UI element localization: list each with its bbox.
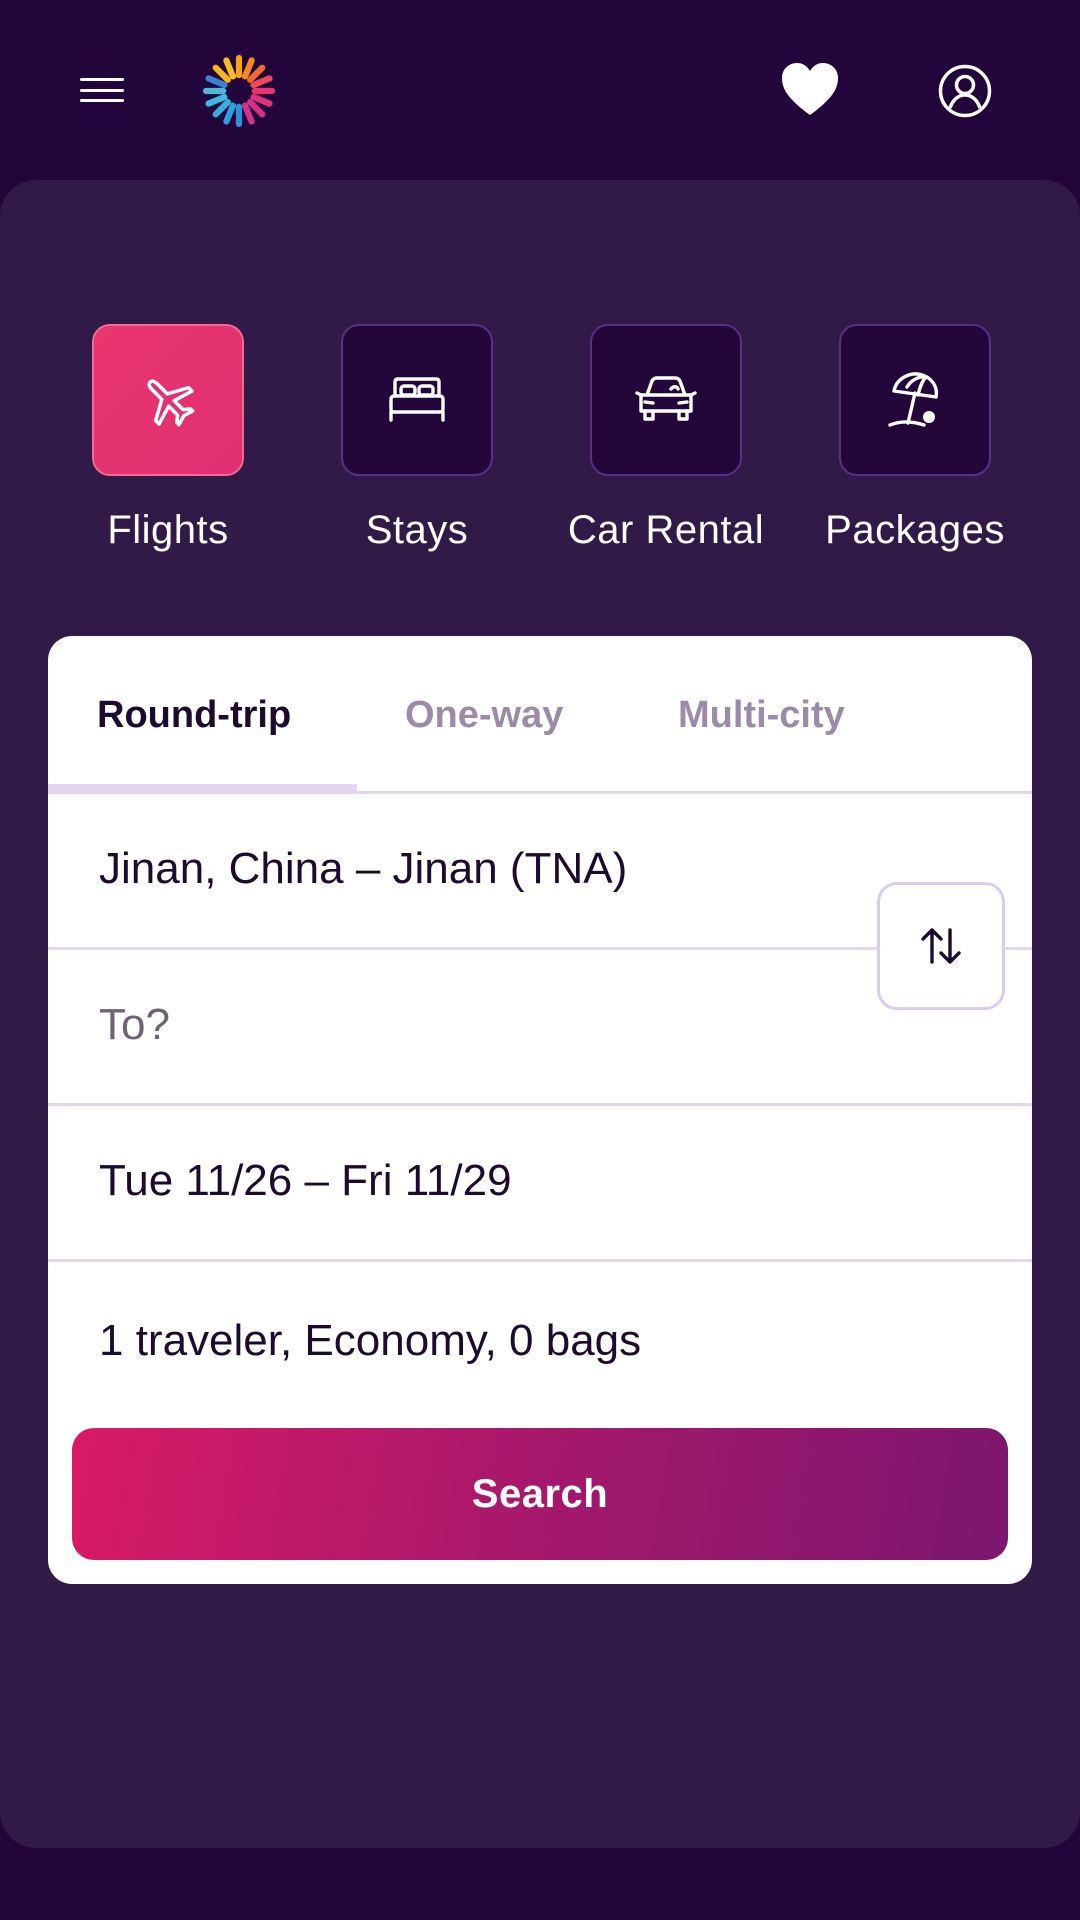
travelers-value: 1 traveler, Economy, 0 bags: [99, 1316, 642, 1365]
car-icon: [635, 376, 697, 421]
logo-ray: [235, 54, 243, 79]
logo-ray: [235, 103, 243, 128]
top-bar: [0, 0, 1080, 180]
search-button[interactable]: Search: [72, 1428, 1008, 1560]
logo-ray: [251, 87, 276, 95]
swap-arrows-icon: [921, 928, 961, 964]
tab-multi-city[interactable]: Multi-city: [678, 694, 845, 737]
category-stays[interactable]: Stays: [297, 324, 537, 553]
dates-field[interactable]: Tue 11/26 – Fri 11/29: [48, 1106, 1032, 1262]
tab-round-trip[interactable]: Round-trip: [97, 694, 291, 737]
swap-button[interactable]: [877, 882, 1005, 1010]
hamburger-menu-icon[interactable]: [76, 70, 128, 110]
origin-value: Jinan, China – Jinan (TNA): [99, 844, 628, 893]
category-flights-tile: [92, 324, 244, 476]
category-flights[interactable]: Flights: [48, 324, 288, 553]
category-car-rental[interactable]: Car Rental: [546, 324, 786, 553]
active-tab-indicator: [48, 784, 357, 791]
dates-value: Tue 11/26 – Fri 11/29: [99, 1156, 512, 1205]
heart-icon[interactable]: [780, 60, 840, 118]
category-label: Packages: [825, 508, 1005, 552]
category-row: Flights Stays Car Rental Packages: [0, 324, 1080, 564]
logo-ray: [202, 87, 227, 95]
category-packages[interactable]: Packages: [795, 324, 1035, 553]
logo-icon[interactable]: [200, 52, 278, 130]
flight-search-card: Round-trip One-way Multi-city Jinan, Chi…: [48, 636, 1032, 1584]
travelers-field[interactable]: 1 traveler, Economy, 0 bags: [48, 1266, 1032, 1416]
category-stays-tile: [341, 324, 493, 476]
category-label: Flights: [107, 508, 229, 552]
beach-umbrella-icon: [888, 372, 939, 427]
category-label: Car Rental: [567, 508, 765, 552]
category-packages-tile: [839, 324, 991, 476]
trip-type-tabs: Round-trip One-way Multi-city: [48, 636, 1032, 794]
user-account-icon[interactable]: [938, 64, 992, 118]
menu-line: [80, 99, 124, 102]
menu-line: [80, 78, 124, 81]
airplane-icon: [147, 379, 195, 427]
category-label: Stays: [365, 508, 469, 552]
tab-one-way[interactable]: One-way: [405, 694, 563, 737]
menu-line: [80, 88, 124, 92]
category-car-rental-tile: [590, 324, 742, 476]
destination-placeholder: To?: [99, 1000, 170, 1049]
bed-icon: [389, 377, 445, 422]
